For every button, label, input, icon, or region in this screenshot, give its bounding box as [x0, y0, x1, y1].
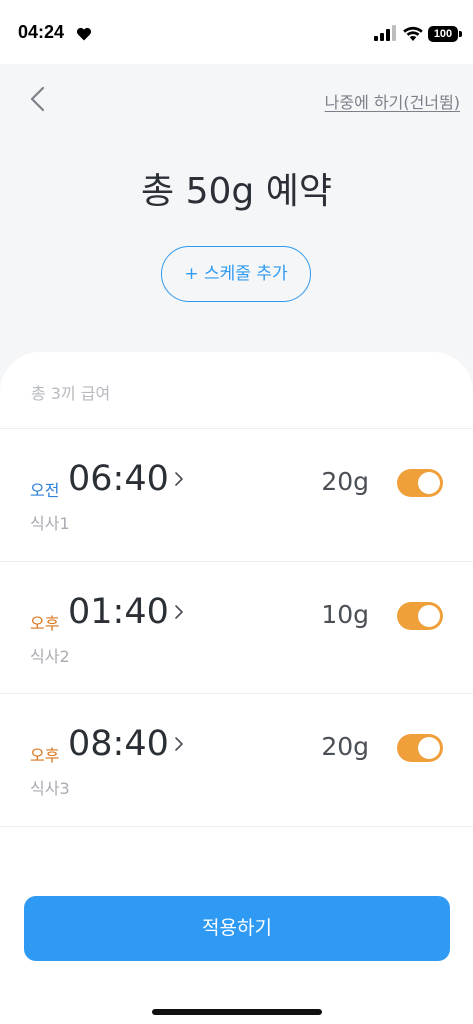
status-bar: 04:24 100 [0, 0, 473, 64]
battery-icon: 100 [428, 26, 458, 42]
wifi-icon [403, 26, 423, 41]
toggle-knob [418, 472, 440, 494]
schedule-row: 오전 06:40 식사1 20g [0, 429, 473, 561]
schedule-row: 오후 08:40 식사3 20g [0, 694, 473, 826]
chevron-right-icon[interactable] [172, 735, 186, 753]
amount-value: 20g [321, 467, 369, 496]
apply-button[interactable]: 적용하기 [24, 896, 450, 961]
meal-toggle[interactable] [397, 734, 443, 762]
chevron-right-icon[interactable] [172, 603, 186, 621]
amount-value: 20g [321, 732, 369, 761]
back-arrow-icon[interactable] [26, 84, 54, 114]
period-label: 오후 [30, 614, 60, 633]
schedule-row: 오후 01:40 식사2 10g [0, 562, 473, 694]
meal-toggle[interactable] [397, 602, 443, 630]
feed-summary: 총 3끼 급여 [31, 384, 111, 403]
divider [0, 826, 473, 827]
meal-toggle[interactable] [397, 469, 443, 497]
time-value[interactable]: 08:40 [68, 724, 169, 764]
signal-icon [374, 25, 396, 41]
skip-link[interactable]: 나중에 하기(건너뜀) [325, 89, 460, 113]
battery-cap [459, 31, 462, 37]
toggle-knob [418, 737, 440, 759]
page-title: 총 50g 예약 [141, 171, 332, 212]
home-indicator [152, 1009, 322, 1015]
meal-name: 식사1 [30, 514, 70, 533]
add-schedule-button[interactable]: + 스케줄 추가 [161, 246, 311, 302]
toggle-knob [418, 605, 440, 627]
amount-value: 10g [321, 600, 369, 629]
status-time: 04:24 [18, 22, 65, 42]
time-value[interactable]: 01:40 [68, 592, 169, 632]
time-value[interactable]: 06:40 [68, 459, 169, 499]
meal-name: 식사2 [30, 647, 70, 666]
period-label: 오후 [30, 746, 60, 765]
period-label: 오전 [30, 481, 60, 500]
meal-name: 식사3 [30, 779, 70, 798]
heart-icon [77, 27, 91, 41]
chevron-right-icon[interactable] [172, 470, 186, 488]
